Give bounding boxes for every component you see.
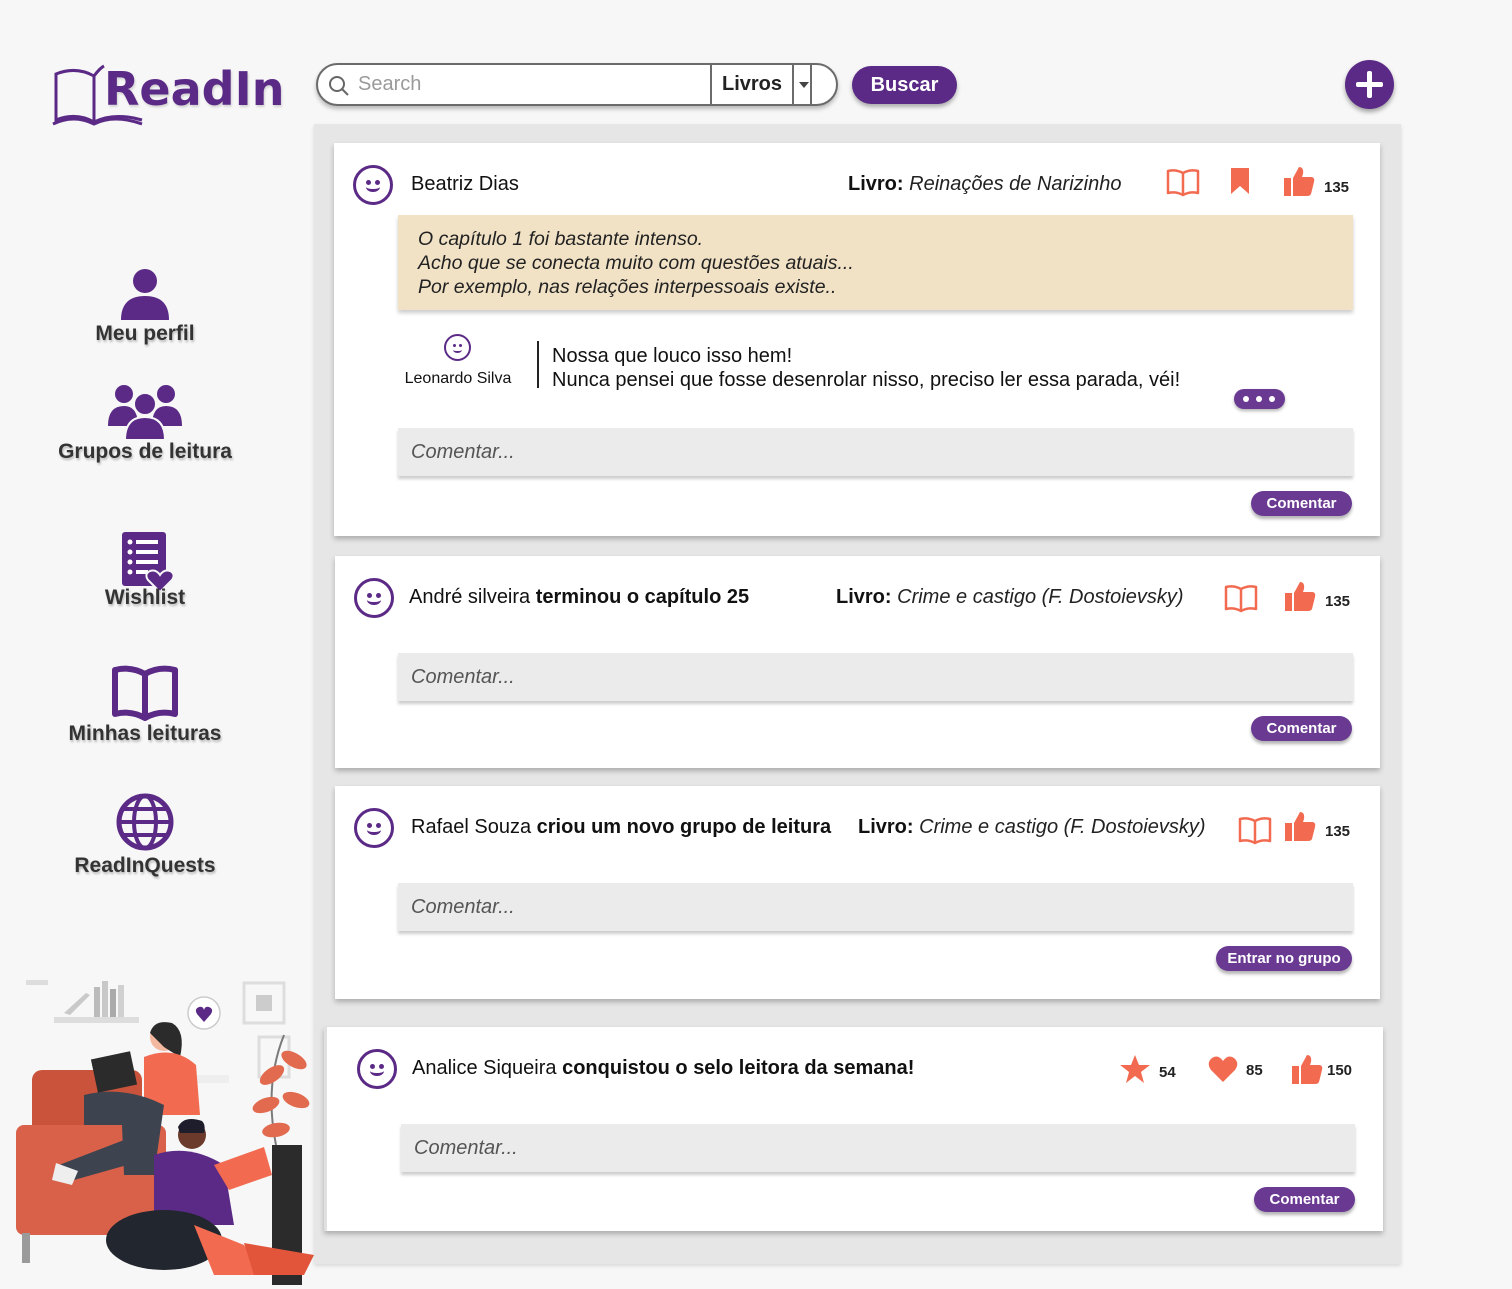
sidebar-item-wishlist[interactable]: Wishlist [25, 530, 265, 610]
hearts-count: 85 [1246, 1062, 1263, 1079]
thumbs-up-icon[interactable] [1291, 1053, 1323, 1085]
quote-line: Por exemplo, nas relações interpessoais … [418, 276, 837, 298]
logo-text: ReadIn [104, 62, 285, 116]
wishlist-icon [122, 532, 175, 594]
sidebar-item-grupos-de-leitura[interactable]: Grupos de leitura [25, 382, 265, 464]
sidebar-item-label: Meu perfil [95, 322, 195, 345]
book-title[interactable]: Crime e castigo (F. Dostoievsky) [919, 816, 1205, 838]
sidebar-item-label: Wishlist [104, 586, 186, 609]
reply-line: Nunca pensei que fosse desenrolar nisso,… [552, 369, 1181, 391]
book-label: Livro: [836, 586, 892, 608]
post-author[interactable]: Analice Siqueira [412, 1057, 557, 1079]
likes-count: 150 [1327, 1062, 1353, 1079]
comment-input[interactable] [398, 883, 1353, 931]
thumbs-up-icon[interactable] [1284, 810, 1316, 842]
post-author[interactable]: Beatriz Dias [411, 173, 519, 195]
sidebar-item-label: Minhas leituras [68, 722, 222, 745]
comment-button[interactable]: Comentar [1251, 491, 1352, 516]
user-avatar-icon[interactable] [354, 578, 394, 618]
quote-line: O capítulo 1 foi bastante intenso. [418, 228, 704, 250]
reply-avatar-icon[interactable] [444, 334, 471, 361]
open-book-icon[interactable] [1224, 584, 1258, 614]
book-title[interactable]: Crime e castigo (F. Dostoievsky) [897, 586, 1183, 608]
comment-input[interactable] [398, 428, 1353, 476]
post-card [334, 143, 1380, 536]
sidebar-item-readinquests[interactable]: ReadInQuests [25, 792, 265, 878]
post-book: Livro: Reinações de Narizinho [848, 173, 1121, 196]
thumbs-up-icon[interactable] [1284, 580, 1316, 612]
reply-line: Nossa que louco isso hem! [552, 345, 793, 367]
reading-people-illustration [16, 980, 314, 1285]
post-author[interactable]: André silveira [409, 586, 530, 608]
post-book: Livro: Crime e castigo (F. Dostoievsky) [858, 816, 1206, 839]
thumbs-up-icon[interactable] [1283, 165, 1315, 197]
chevron-down-icon[interactable] [796, 65, 812, 104]
likes-count: 135 [1324, 179, 1350, 196]
book-title[interactable]: Reinações de Narizinho [909, 173, 1121, 195]
post-action: terminou o capítulo 25 [535, 586, 750, 608]
bookmark-icon[interactable] [1229, 167, 1251, 195]
post-quote: O capítulo 1 foi bastante intenso. Acho … [398, 215, 1353, 310]
sidebar-item-label: ReadInQuests [74, 854, 216, 877]
group-icon [108, 385, 182, 440]
stars-count: 54 [1159, 1064, 1176, 1081]
book-label: Livro: [848, 173, 904, 195]
open-book-icon[interactable] [1238, 816, 1272, 846]
globe-icon [116, 793, 174, 851]
book-icon [112, 665, 178, 721]
heart-icon[interactable] [1208, 1055, 1238, 1083]
user-avatar-icon[interactable] [354, 808, 394, 848]
post-author[interactable]: Rafael Souza [411, 816, 531, 838]
reply-text: Nossa que louco isso hem! Nunca pensei q… [552, 344, 1180, 392]
star-icon[interactable] [1119, 1054, 1151, 1084]
comment-button[interactable]: Comentar [1251, 716, 1352, 741]
reply-author[interactable]: Leonardo Silva [398, 370, 518, 388]
book-label: Livro: [858, 816, 914, 838]
quote-line: Acho que se conecta muito com questões a… [418, 252, 854, 274]
post-book: Livro: Crime e castigo (F. Dostoievsky) [836, 586, 1184, 609]
user-avatar-icon[interactable] [353, 165, 393, 205]
readin-logo[interactable]: ReadIn [52, 60, 284, 130]
search-bar: Livros [316, 63, 838, 106]
join-group-button[interactable]: Entrar no grupo [1216, 946, 1352, 971]
add-post-button[interactable] [1345, 60, 1394, 109]
sidebar-item-label: Grupos de leitura [58, 440, 232, 463]
likes-count: 135 [1325, 823, 1351, 840]
search-category-select[interactable]: Livros [710, 65, 794, 104]
user-icon [121, 269, 169, 320]
buscar-button[interactable]: Buscar [852, 66, 957, 104]
search-icon [329, 76, 349, 96]
reply-divider [537, 341, 539, 388]
sidebar-item-meu-perfil[interactable]: Meu perfil [25, 266, 265, 346]
comment-input[interactable] [401, 1124, 1355, 1172]
user-avatar-icon[interactable] [357, 1049, 397, 1089]
search-input[interactable] [358, 65, 708, 104]
more-options-button[interactable] [1234, 389, 1285, 409]
comment-input[interactable] [398, 653, 1353, 701]
open-book-icon[interactable] [1166, 168, 1200, 198]
post-action: criou um novo grupo de leitura [536, 816, 832, 838]
sidebar-item-minhas-leituras[interactable]: Minhas leituras [25, 664, 265, 746]
comment-button[interactable]: Comentar [1254, 1187, 1355, 1212]
likes-count: 135 [1325, 593, 1351, 610]
post-action: conquistou o selo leitora da semana! [562, 1057, 915, 1079]
